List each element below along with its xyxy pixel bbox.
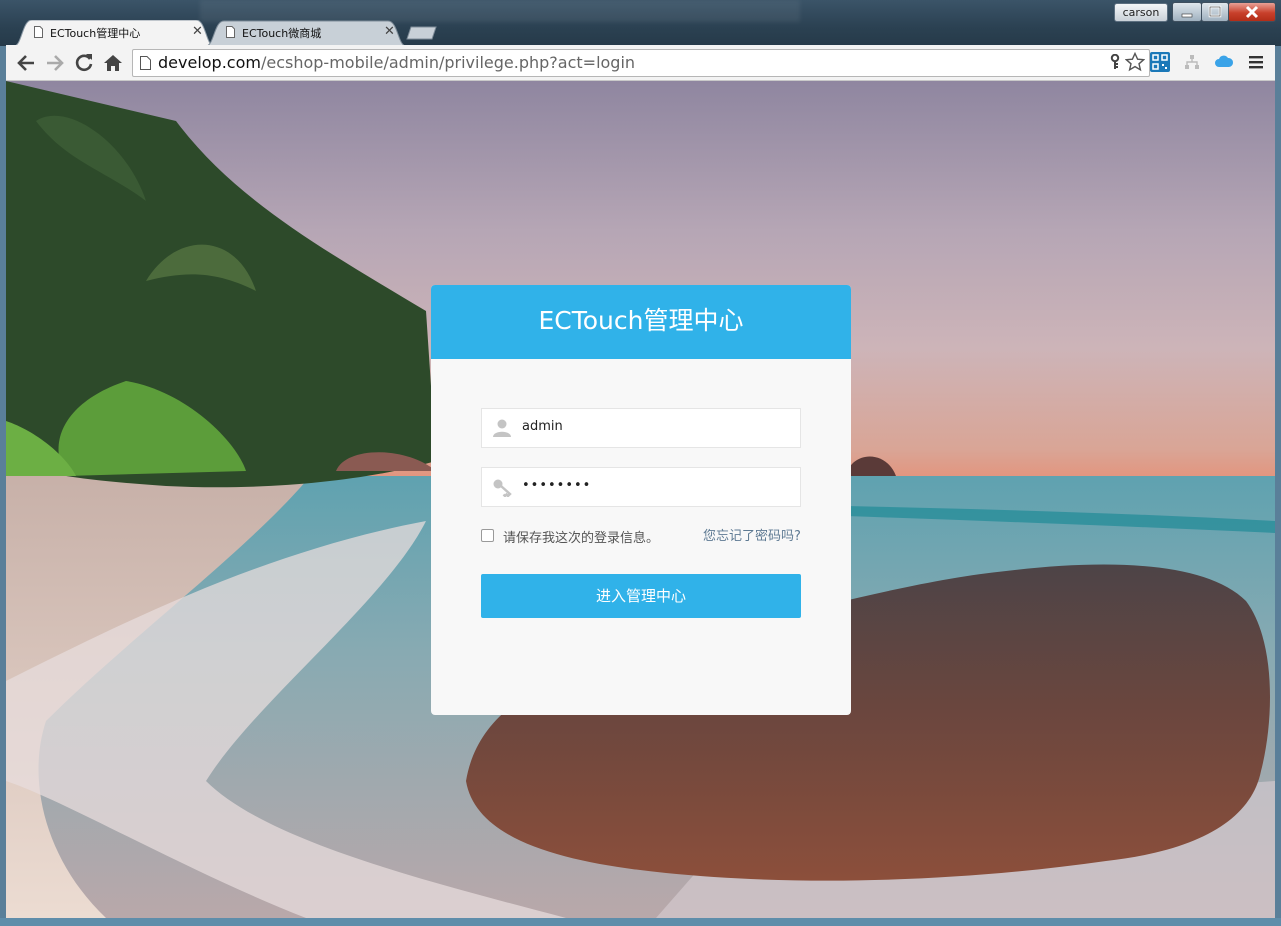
- sitemap-icon[interactable]: [1182, 52, 1202, 72]
- star-icon[interactable]: [1125, 52, 1145, 72]
- qr-code-icon[interactable]: [1150, 52, 1170, 72]
- forgot-password-link[interactable]: 您忘记了密码吗?: [703, 525, 801, 544]
- home-icon[interactable]: [101, 51, 125, 75]
- tab-ectouch-shop[interactable]: ECTouch微商城 ✕: [206, 20, 406, 46]
- url-path: /ecshop-mobile/admin/privilege.php?act=l…: [260, 53, 636, 72]
- remember-label: 请保存我这次的登录信息。: [503, 531, 660, 546]
- key-icon[interactable]: [1109, 54, 1121, 70]
- profile-badge[interactable]: carson: [1114, 3, 1168, 22]
- browser-toolbar: develop.com/ecshop-mobile/admin/privileg…: [6, 45, 1275, 81]
- url-host: develop.com: [158, 53, 261, 72]
- page-icon: [34, 26, 43, 38]
- menu-icon[interactable]: [1246, 52, 1266, 72]
- user-icon: [493, 419, 511, 437]
- tab-close-icon[interactable]: ✕: [384, 24, 395, 40]
- remember-checkbox[interactable]: [481, 529, 494, 542]
- browser-titlebar: ECTouch管理中心 ✕ ECTouch微商城 ✕ carson: [0, 0, 1281, 46]
- minimize-button[interactable]: [1172, 2, 1202, 22]
- tab-close-icon[interactable]: ✕: [192, 24, 203, 40]
- url-text: develop.com/ecshop-mobile/admin/privileg…: [158, 53, 635, 72]
- password-value: ••••••••: [522, 478, 592, 493]
- minimize-icon: [1181, 13, 1193, 18]
- back-icon[interactable]: [14, 51, 38, 75]
- login-submit-button[interactable]: 进入管理中心: [481, 574, 801, 618]
- cloud-icon[interactable]: [1214, 52, 1234, 72]
- page-icon: [226, 26, 235, 38]
- close-icon: [1245, 5, 1259, 19]
- window-border-bottom: [0, 918, 1281, 926]
- reload-icon[interactable]: [72, 51, 96, 75]
- forward-icon[interactable]: [43, 51, 67, 75]
- login-panel: ECTouch管理中心 admin •••••••• 请保存我这次的登录信息。 …: [431, 285, 851, 715]
- username-field[interactable]: admin: [481, 408, 801, 448]
- maximize-button[interactable]: [1201, 2, 1229, 22]
- address-bar[interactable]: develop.com/ecshop-mobile/admin/privileg…: [132, 49, 1150, 77]
- tab-label: ECTouch微商城: [242, 27, 322, 40]
- username-value: admin: [522, 419, 563, 434]
- titlebar-background-blur: [200, 0, 800, 22]
- window-border-right: [1275, 46, 1281, 918]
- login-title: ECTouch管理中心: [431, 285, 851, 359]
- key-icon: [493, 479, 512, 497]
- password-field[interactable]: ••••••••: [481, 467, 801, 507]
- page-viewport: ECTouch管理中心 admin •••••••• 请保存我这次的登录信息。 …: [6, 81, 1275, 918]
- tab-ectouch-admin[interactable]: ECTouch管理中心 ✕: [14, 20, 214, 46]
- page-icon: [140, 56, 151, 70]
- new-tab-button[interactable]: [406, 26, 438, 40]
- tab-label: ECTouch管理中心: [50, 27, 141, 40]
- close-window-button[interactable]: [1228, 2, 1276, 22]
- restore-icon: [1208, 5, 1222, 18]
